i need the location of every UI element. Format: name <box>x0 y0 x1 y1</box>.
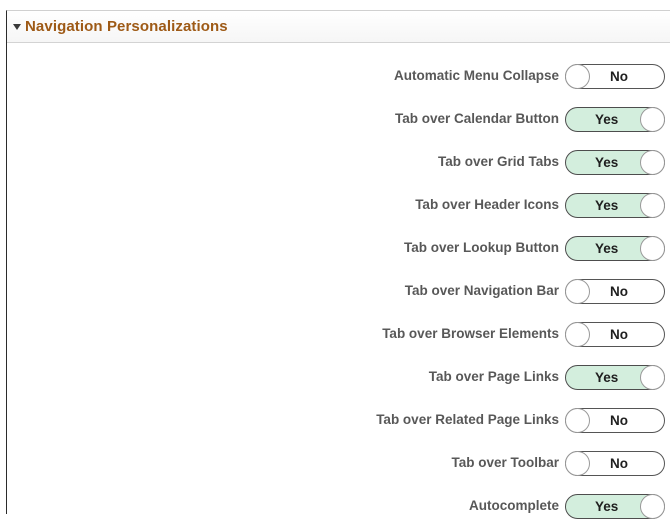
tab-over-navigation-bar-toggle[interactable]: No <box>565 279 665 304</box>
toggle-knob <box>565 64 590 89</box>
toggle-value: No <box>610 69 628 84</box>
setting-row-tab-over-related-page-links: Tab over Related Page Links No <box>7 408 670 434</box>
tab-over-related-page-links-toggle[interactable]: No <box>565 408 665 433</box>
toggle-value: No <box>610 284 628 299</box>
toggle-value: Yes <box>595 370 619 385</box>
navigation-personalizations-panel: Navigation Personalizations Automatic Me… <box>6 10 670 519</box>
toggle-knob <box>640 494 665 519</box>
setting-label: Tab over Lookup Button <box>404 240 559 255</box>
setting-row-tab-over-grid-tabs: Tab over Grid Tabs Yes <box>7 150 670 176</box>
toggle-value: No <box>610 413 628 428</box>
tab-over-browser-elements-toggle[interactable]: No <box>565 322 665 347</box>
automatic-menu-collapse-toggle[interactable]: No <box>565 64 665 89</box>
toggle-knob <box>565 408 590 433</box>
setting-row-tab-over-navigation-bar: Tab over Navigation Bar No <box>7 279 670 305</box>
triangle-down-icon[interactable] <box>13 24 21 30</box>
setting-label: Tab over Header Icons <box>415 197 559 212</box>
toggle-knob <box>640 193 665 218</box>
toggle-knob <box>640 150 665 175</box>
toggle-knob <box>640 365 665 390</box>
setting-label: Tab over Navigation Bar <box>404 283 559 298</box>
tab-over-calendar-button-toggle[interactable]: Yes <box>565 107 665 132</box>
setting-row-automatic-menu-collapse: Automatic Menu Collapse No <box>7 64 670 90</box>
setting-row-tab-over-page-links: Tab over Page Links Yes <box>7 365 670 391</box>
toggle-knob <box>640 107 665 132</box>
tab-over-lookup-button-toggle[interactable]: Yes <box>565 236 665 261</box>
setting-label: Tab over Calendar Button <box>394 111 559 126</box>
setting-label: Tab over Related Page Links <box>376 412 559 427</box>
toggle-value: No <box>610 456 628 471</box>
toggle-knob <box>565 451 590 476</box>
toggle-value: No <box>610 327 628 342</box>
section-title[interactable]: Navigation Personalizations <box>25 18 228 35</box>
setting-row-tab-over-toolbar: Tab over Toolbar No <box>7 451 670 477</box>
toggle-value: Yes <box>595 499 619 514</box>
tab-over-header-icons-toggle[interactable]: Yes <box>565 193 665 218</box>
toggle-knob <box>565 279 590 304</box>
setting-row-tab-over-calendar-button: Tab over Calendar Button Yes <box>7 107 670 133</box>
autocomplete-toggle[interactable]: Yes <box>565 494 665 519</box>
toggle-value: Yes <box>595 155 619 170</box>
toggle-value: Yes <box>595 112 619 127</box>
toggle-knob <box>565 322 590 347</box>
setting-row-tab-over-header-icons: Tab over Header Icons Yes <box>7 193 670 219</box>
setting-label: Tab over Toolbar <box>451 455 559 470</box>
setting-label: Tab over Page Links <box>428 369 559 384</box>
setting-row-autocomplete: Autocomplete Yes <box>7 494 670 520</box>
tab-over-page-links-toggle[interactable]: Yes <box>565 365 665 390</box>
setting-label: Tab over Browser Elements <box>382 326 559 341</box>
tab-over-grid-tabs-toggle[interactable]: Yes <box>565 150 665 175</box>
toggle-value: Yes <box>595 241 619 256</box>
toggle-knob <box>640 236 665 261</box>
toggle-value: Yes <box>595 198 619 213</box>
setting-label: Automatic Menu Collapse <box>393 68 559 83</box>
setting-label: Tab over Grid Tabs <box>437 154 559 169</box>
setting-row-tab-over-lookup-button: Tab over Lookup Button Yes <box>7 236 670 262</box>
setting-row-tab-over-browser-elements: Tab over Browser Elements No <box>7 322 670 348</box>
tab-over-toolbar-toggle[interactable]: No <box>565 451 665 476</box>
section-header[interactable]: Navigation Personalizations <box>7 11 670 43</box>
setting-label: Autocomplete <box>468 498 559 513</box>
